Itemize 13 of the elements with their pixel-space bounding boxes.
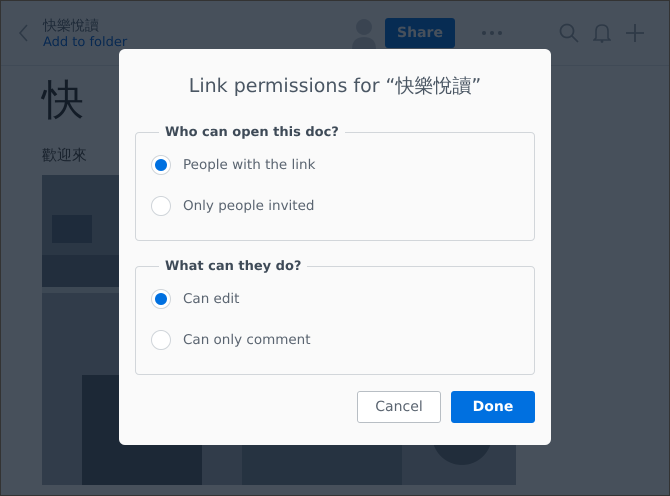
option-label[interactable]: Can only comment bbox=[183, 332, 311, 348]
radio-button[interactable] bbox=[151, 330, 171, 350]
cancel-button[interactable]: Cancel bbox=[357, 391, 441, 423]
radio-button[interactable] bbox=[151, 288, 171, 308]
option-label[interactable]: Only people invited bbox=[183, 198, 314, 214]
done-button[interactable]: Done bbox=[451, 391, 535, 423]
radio-button[interactable] bbox=[151, 196, 171, 216]
option-label[interactable]: Can edit bbox=[183, 290, 240, 306]
dialog-title: Link permissions for “快樂悅讀” bbox=[188, 74, 482, 99]
group-legend: Who can open this doc? bbox=[159, 125, 345, 140]
option-label[interactable]: People with the link bbox=[183, 156, 316, 172]
radio-button[interactable] bbox=[151, 154, 171, 174]
group-legend: What can they do? bbox=[159, 259, 308, 274]
